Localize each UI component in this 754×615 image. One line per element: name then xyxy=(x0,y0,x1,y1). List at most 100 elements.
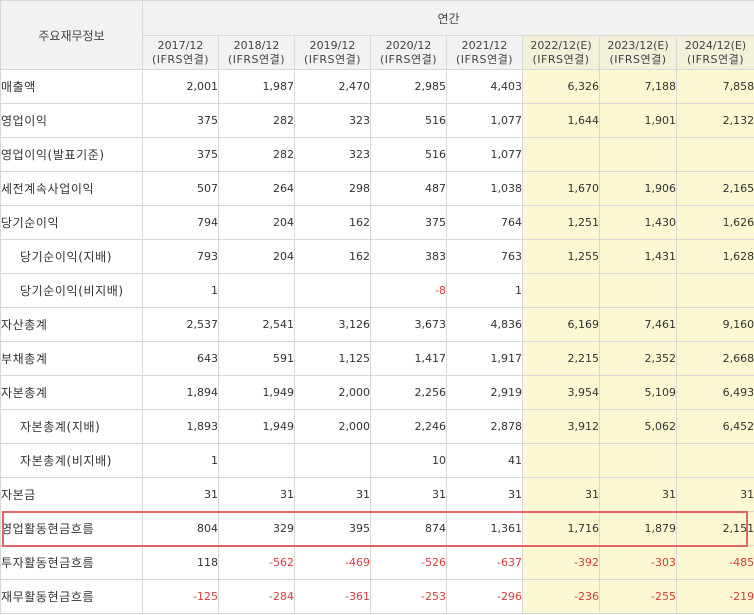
value-cell: 2,668 xyxy=(675,341,754,376)
value-cell: 1,987 xyxy=(218,69,295,104)
row-label: 당기순이익 xyxy=(0,205,143,240)
value-cell xyxy=(599,443,677,478)
value-cell: 2,001 xyxy=(142,69,219,104)
value-cell: -637 xyxy=(446,545,523,580)
value-cell: 3,954 xyxy=(522,375,600,410)
value-cell: 41 xyxy=(446,443,523,478)
row-label: 투자활동현금흐름 xyxy=(0,545,143,580)
row-label: 자본총계(비지배) xyxy=(0,443,143,478)
period-label: 2020/12 xyxy=(385,38,432,52)
value-cell: 2,000 xyxy=(294,375,371,410)
basis-label: (IFRS연결) xyxy=(227,52,286,66)
value-cell: 1,361 xyxy=(446,511,523,546)
value-cell: 1 xyxy=(142,443,219,478)
value-cell: 4,403 xyxy=(446,69,523,104)
value-cell: 5,109 xyxy=(599,375,677,410)
table-row: 당기순이익(지배) 793 204 162 383 763 1,255 1,431 1,628 xyxy=(0,239,754,274)
table-row: 자산총계 2,537 2,541 3,126 3,673 4,836 6,169 7,461 9… xyxy=(0,307,754,342)
value-cell: 2,256 xyxy=(370,375,447,410)
table-row: 세전계속사업이익 507 264 298 487 1,038 1,670 1,906 2,165 xyxy=(0,171,754,206)
table-row: 재무활동현금흐름 -125 -284 -361 -253 -296 -236 -255 -219 xyxy=(0,579,754,614)
period-label: 2022/12(E) xyxy=(530,38,592,52)
corner-header: 주요재무정보 xyxy=(0,0,143,70)
value-cell: -562 xyxy=(218,545,295,580)
period-header: 2021/12 (IFRS연결) xyxy=(446,35,523,70)
row-label: 영업이익(발표기준) xyxy=(0,137,143,172)
value-cell: 298 xyxy=(294,171,371,206)
value-cell xyxy=(522,137,600,172)
value-cell: 3,673 xyxy=(370,307,447,342)
value-cell: 2,132 xyxy=(675,103,754,138)
row-label: 자본금 xyxy=(0,477,143,512)
row-label: 재무활동현금흐름 xyxy=(0,579,143,614)
value-cell: 31 xyxy=(522,477,600,512)
row-label: 자본총계(지배) xyxy=(0,409,143,444)
value-cell: -8 xyxy=(370,273,447,308)
value-cell: 2,215 xyxy=(522,341,600,376)
value-cell: 643 xyxy=(142,341,219,376)
value-cell xyxy=(522,273,600,308)
value-cell: 162 xyxy=(294,239,371,274)
value-cell: 507 xyxy=(142,171,219,206)
value-cell: 7,461 xyxy=(599,307,677,342)
value-cell: 2,985 xyxy=(370,69,447,104)
period-label: 2021/12 xyxy=(461,38,508,52)
value-cell: 162 xyxy=(294,205,371,240)
value-cell: 2,151 xyxy=(675,511,754,546)
value-cell: -485 xyxy=(675,545,754,580)
value-cell: 31 xyxy=(370,477,447,512)
basis-label: (IFRS연결) xyxy=(609,52,667,66)
value-cell: 31 xyxy=(446,477,523,512)
table-row: 영업이익 375 282 323 516 1,077 1,644 1,901 2,132 xyxy=(0,103,754,138)
value-cell: 323 xyxy=(294,137,371,172)
value-cell: -284 xyxy=(218,579,295,614)
value-cell: 1,038 xyxy=(446,171,523,206)
row-label: 당기순이익(비지배) xyxy=(0,273,143,308)
value-cell: -253 xyxy=(370,579,447,614)
value-cell: 329 xyxy=(218,511,295,546)
row-label: 영업활동현금흐름 xyxy=(0,511,143,546)
value-cell: 282 xyxy=(218,137,295,172)
value-cell: 1,716 xyxy=(522,511,600,546)
period-label: 2019/12 xyxy=(309,38,356,52)
value-cell xyxy=(294,443,371,478)
value-cell: -361 xyxy=(294,579,371,614)
value-cell: 323 xyxy=(294,103,371,138)
value-cell: 1,906 xyxy=(599,171,677,206)
value-cell: 2,470 xyxy=(294,69,371,104)
table-row: 당기순이익 794 204 162 375 764 1,251 1,430 1,626 xyxy=(0,205,754,240)
value-cell: 3,912 xyxy=(522,409,600,444)
table-row: 투자활동현금흐름 118 -562 -469 -526 -637 -392 -303 -485 xyxy=(0,545,754,580)
value-cell: 487 xyxy=(370,171,447,206)
period-header: 2022/12(E) (IFRS연결) xyxy=(522,35,600,70)
table-body: 매출액 2,001 1,987 2,470 2,985 4,403 6,326 7,188 7,… xyxy=(0,69,754,614)
value-cell: 31 xyxy=(599,477,677,512)
annual-group-header: 연간 xyxy=(141,0,754,36)
value-cell: 6,326 xyxy=(522,69,600,104)
value-cell: 2,000 xyxy=(294,409,371,444)
table-row: 자본총계(지배) 1,893 1,949 2,000 2,246 2,878 3,912 5,… xyxy=(0,409,754,444)
value-cell: 2,352 xyxy=(599,341,677,376)
value-cell xyxy=(294,273,371,308)
row-label: 자본총계 xyxy=(0,375,143,410)
value-cell: 2,878 xyxy=(446,409,523,444)
value-cell: 1,949 xyxy=(218,409,295,444)
value-cell: 2,246 xyxy=(370,409,447,444)
value-cell: -236 xyxy=(522,579,600,614)
value-cell: 6,493 xyxy=(675,375,754,410)
value-cell: 516 xyxy=(370,103,447,138)
value-cell: 375 xyxy=(142,103,219,138)
value-cell: 1 xyxy=(142,273,219,308)
value-cell: 1,901 xyxy=(599,103,677,138)
value-cell xyxy=(522,443,600,478)
value-cell: 1,417 xyxy=(370,341,447,376)
value-cell: 5,062 xyxy=(599,409,677,444)
value-cell: -526 xyxy=(370,545,447,580)
value-cell: 31 xyxy=(218,477,295,512)
value-cell xyxy=(675,443,754,478)
value-cell: 6,169 xyxy=(522,307,600,342)
value-cell: 9,160 xyxy=(675,307,754,342)
value-cell: -296 xyxy=(446,579,523,614)
value-cell: 1,125 xyxy=(294,341,371,376)
value-cell: 764 xyxy=(446,205,523,240)
